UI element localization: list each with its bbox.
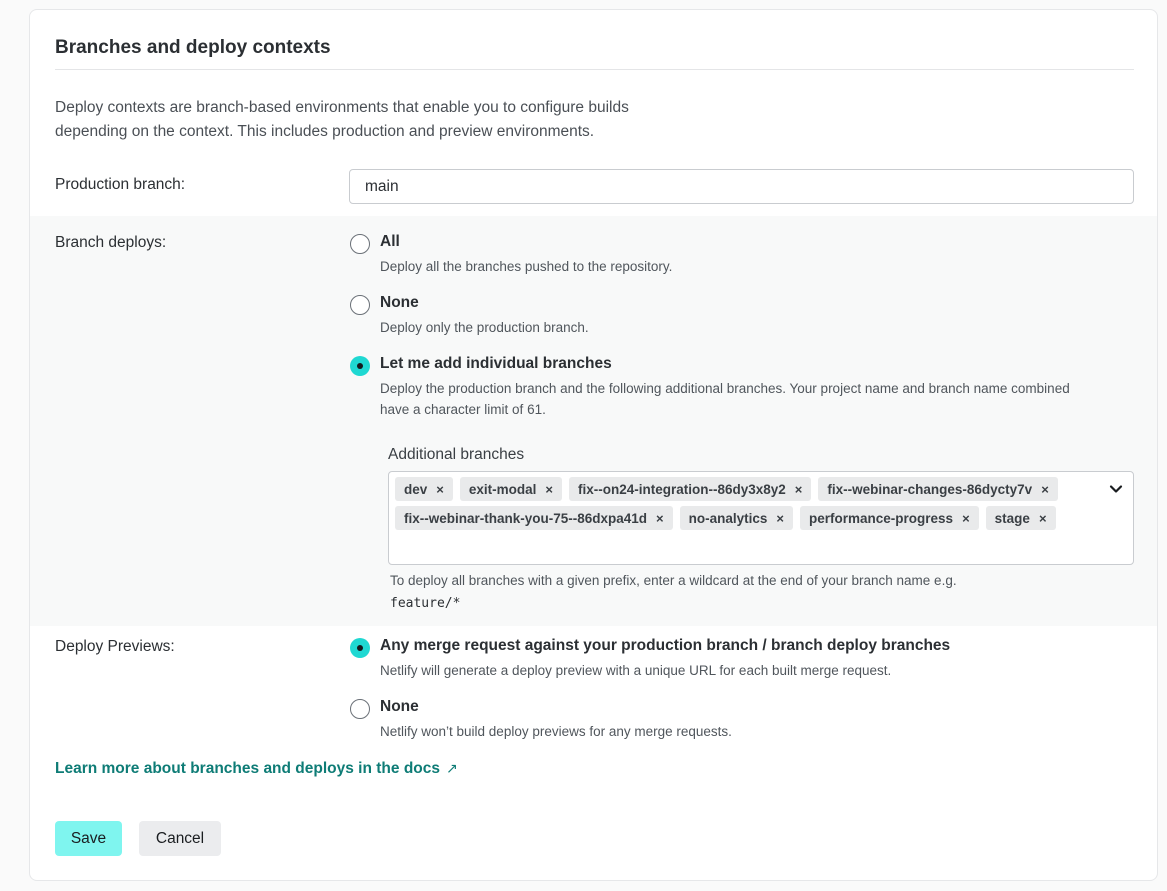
branch-tag: exit-modal ×	[459, 477, 562, 501]
additional-branches-label: Additional branches	[388, 446, 525, 463]
branch-tag-label: performance-progress	[809, 510, 954, 526]
deploy-previews-option-any-label[interactable]: Any merge request against your productio…	[380, 637, 950, 655]
branch-deploys-option-none-label[interactable]: None	[380, 294, 419, 312]
branch-tag-label: stage	[994, 510, 1030, 526]
remove-tag-icon[interactable]: ×	[776, 511, 784, 526]
branch-deploys-radio-individual[interactable]	[350, 356, 370, 376]
docs-link-label[interactable]: Learn more about branches and deploys in…	[55, 760, 440, 777]
section-title: Branches and deploy contexts	[55, 37, 331, 58]
production-branch-input[interactable]	[349, 169, 1134, 204]
branch-deploys-option-all-description: Deploy all the branches pushed to the re…	[380, 259, 673, 274]
intro-line-1: Deploy contexts are branch-based environ…	[55, 99, 629, 116]
deploy-previews-radio-none[interactable]	[350, 699, 370, 719]
branch-tag-label: no-analytics	[688, 510, 768, 526]
branch-tag: fix--webinar-changes-86dycty7v ×	[818, 477, 1058, 501]
remove-tag-icon[interactable]: ×	[545, 482, 553, 497]
remove-tag-icon[interactable]: ×	[656, 511, 664, 526]
branch-tag: fix--on24-integration--86dy3x8y2 ×	[568, 477, 812, 501]
remove-tag-icon[interactable]: ×	[1039, 511, 1047, 526]
branch-deploys-label: Branch deploys:	[55, 234, 167, 251]
section-intro: Deploy contexts are branch-based environ…	[55, 96, 715, 144]
intro-line-2: depending on the context. This includes …	[55, 123, 595, 140]
branch-tag-list: dev × exit-modal × fix--on24-integration--…	[395, 477, 1095, 530]
branch-deploys-radio-all[interactable]	[350, 234, 370, 254]
branch-tag-label: dev	[404, 481, 428, 497]
wildcard-hint-text: To deploy all branches with a given pref…	[390, 573, 957, 588]
branches-deploy-contexts-card: Branches and deploy contexts Deploy cont…	[29, 9, 1158, 881]
cancel-button[interactable]: Cancel	[139, 821, 221, 856]
remove-tag-icon[interactable]: ×	[795, 482, 803, 497]
branch-deploys-radio-none[interactable]	[350, 295, 370, 315]
deploy-previews-option-any-description: Netlify will generate a deploy preview w…	[380, 663, 892, 678]
docs-link[interactable]: Learn more about branches and deploys in…	[55, 760, 458, 778]
remove-tag-icon[interactable]: ×	[436, 482, 444, 497]
individual-description-line-2: have a character limit of 61.	[380, 402, 546, 417]
branch-deploys-option-individual-description: Deploy the production branch and the fol…	[380, 378, 1140, 420]
branch-tag-label: fix--on24-integration--86dy3x8y2	[577, 481, 786, 497]
branch-deploys-option-all-label[interactable]: All	[380, 233, 400, 251]
branch-tag: fix--webinar-thank-you-75--86dxpa41d ×	[395, 506, 673, 530]
branch-tag: dev ×	[395, 477, 453, 501]
branch-deploys-option-none-description: Deploy only the production branch.	[380, 320, 589, 335]
branch-tag: stage ×	[985, 506, 1056, 530]
deploy-previews-radio-any-merge-request[interactable]	[350, 638, 370, 658]
branch-tag-label: exit-modal	[468, 481, 537, 497]
branch-tag-label: fix--webinar-changes-86dycty7v	[827, 481, 1033, 497]
chevron-down-icon[interactable]	[1108, 481, 1124, 497]
production-branch-label: Production branch:	[55, 176, 186, 193]
branch-tag: performance-progress ×	[800, 506, 979, 530]
save-button[interactable]: Save	[55, 821, 122, 856]
external-link-icon: ↗	[446, 760, 458, 776]
individual-description-line-1: Deploy the production branch and the fol…	[380, 381, 1070, 396]
remove-tag-icon[interactable]: ×	[962, 511, 970, 526]
title-divider	[55, 69, 1134, 70]
branch-deploys-option-individual-label[interactable]: Let me add individual branches	[380, 355, 612, 373]
additional-branches-multiselect[interactable]: dev × exit-modal × fix--on24-integration--…	[388, 471, 1134, 565]
deploy-previews-option-none-description: Netlify won’t build deploy previews for …	[380, 724, 732, 739]
wildcard-hint-code: feature/*	[390, 596, 461, 611]
remove-tag-icon[interactable]: ×	[1041, 482, 1049, 497]
wildcard-hint: To deploy all branches with a given pref…	[390, 570, 957, 615]
deploy-previews-label: Deploy Previews:	[55, 638, 175, 655]
deploy-previews-option-none-label[interactable]: None	[380, 698, 419, 716]
branch-tag-label: fix--webinar-thank-you-75--86dxpa41d	[404, 510, 648, 526]
branch-tag: no-analytics ×	[679, 506, 794, 530]
